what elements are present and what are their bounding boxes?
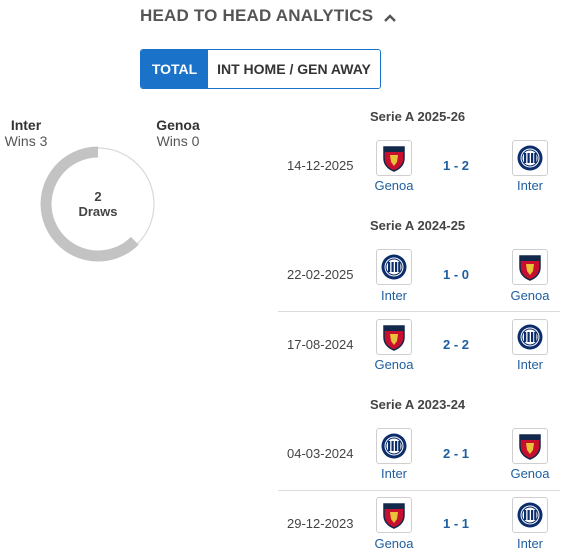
inter-crest-icon[interactable] <box>376 249 412 285</box>
home-team-name: Inter <box>10 117 42 133</box>
section-title[interactable]: HEAD TO HEAD ANALYTICS <box>140 6 397 27</box>
match-date: 04-03-2024 <box>287 446 354 461</box>
row-divider <box>278 490 560 491</box>
donut-center-label: 2 Draws <box>40 142 156 266</box>
genoa-crest-icon[interactable] <box>512 249 548 285</box>
home-team-link[interactable]: Genoa <box>364 357 424 372</box>
tab-total[interactable]: TOTAL <box>141 50 208 88</box>
away-team-link[interactable]: Inter <box>500 357 560 372</box>
inter-crest-icon[interactable] <box>512 497 548 533</box>
match-score[interactable]: 2 - 2 <box>443 337 469 352</box>
section-title-text: HEAD TO HEAD ANALYTICS <box>140 6 374 25</box>
genoa-crest-icon[interactable] <box>376 319 412 355</box>
match-date: 17-08-2024 <box>287 337 354 352</box>
draws-count: 2 <box>94 189 102 204</box>
home-team-link[interactable]: Genoa <box>364 536 424 551</box>
row-divider <box>278 311 560 312</box>
away-team-wins: Wins 0 <box>156 133 200 149</box>
match-score[interactable]: 1 - 1 <box>443 516 469 531</box>
season-header: Serie A 2024-25 <box>370 218 466 233</box>
home-team-link[interactable]: Genoa <box>364 178 424 193</box>
genoa-crest-icon[interactable] <box>512 428 548 464</box>
match-score[interactable]: 1 - 0 <box>443 267 469 282</box>
match-score[interactable]: 2 - 1 <box>443 446 469 461</box>
chevron-up-icon[interactable] <box>384 7 397 27</box>
filter-tabs: TOTAL INT HOME / GEN AWAY <box>140 49 381 89</box>
genoa-crest-icon[interactable] <box>376 497 412 533</box>
home-team-link[interactable]: Inter <box>364 288 424 303</box>
tab-total-label: TOTAL <box>151 61 198 77</box>
home-team-link[interactable]: Inter <box>364 466 424 481</box>
match-score[interactable]: 1 - 2 <box>443 158 469 173</box>
match-date: 14-12-2025 <box>287 158 354 173</box>
away-team-name: Genoa <box>156 117 200 133</box>
inter-crest-icon[interactable] <box>512 319 548 355</box>
season-header: Serie A 2025-26 <box>370 109 466 124</box>
tab-int-home-gen-away[interactable]: INT HOME / GEN AWAY <box>208 50 380 88</box>
genoa-crest-icon[interactable] <box>376 140 412 176</box>
season-header: Serie A 2023-24 <box>370 397 466 412</box>
match-date: 22-02-2025 <box>287 267 354 282</box>
away-team-link[interactable]: Genoa <box>500 288 560 303</box>
inter-crest-icon[interactable] <box>512 140 548 176</box>
away-team-summary: Genoa Wins 0 <box>152 117 204 149</box>
inter-crest-icon[interactable] <box>376 428 412 464</box>
away-team-link[interactable]: Inter <box>500 178 560 193</box>
away-team-link[interactable]: Inter <box>500 536 560 551</box>
draws-label: Draws <box>78 204 118 219</box>
match-date: 29-12-2023 <box>287 516 354 531</box>
tab-int-home-label: INT HOME / GEN AWAY <box>217 61 371 77</box>
away-team-link[interactable]: Genoa <box>500 466 560 481</box>
